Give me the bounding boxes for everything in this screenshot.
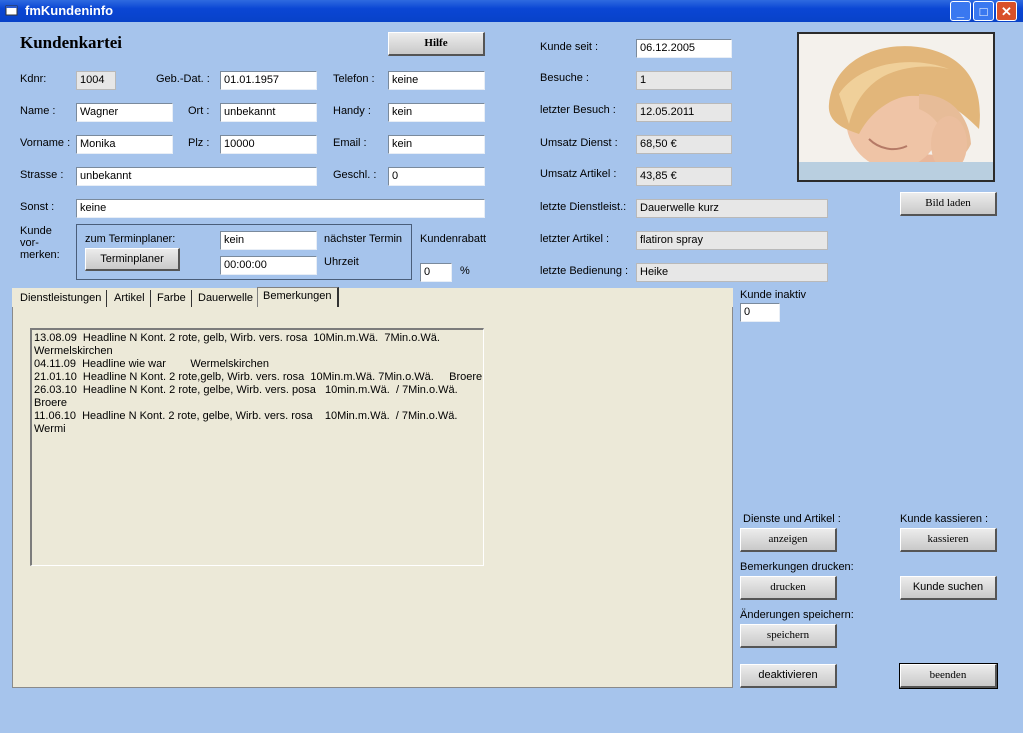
- name-field[interactable]: Wagner: [76, 103, 173, 122]
- ort-label: Ort :: [188, 105, 210, 117]
- visits-field: 1: [636, 71, 732, 90]
- name-label: Name :: [20, 105, 56, 117]
- booking-label-line2: vor-: [20, 237, 39, 249]
- tab-artikel[interactable]: Artikel: [109, 290, 151, 308]
- tab-dienstleistungen[interactable]: Dienstleistungen: [15, 290, 108, 308]
- vorname-field[interactable]: Monika: [76, 135, 173, 154]
- show-button[interactable]: anzeigen: [740, 528, 837, 552]
- plz-field[interactable]: 10000: [220, 135, 317, 154]
- discount-label: Kundenrabatt: [420, 233, 487, 245]
- visits-label: Besuche :: [540, 72, 589, 84]
- tab-dauerwelle[interactable]: Dauerwelle: [193, 290, 260, 308]
- handy-field[interactable]: kein: [388, 103, 485, 122]
- booking-label-line3: merken:: [20, 249, 60, 261]
- last-article-label: letzter Artikel :: [540, 233, 610, 245]
- inactive-label: Kunde inaktiv: [740, 289, 807, 301]
- vorname-label: Vorname :: [20, 137, 71, 149]
- kdnr-field: 1004: [76, 71, 116, 90]
- inactive-field[interactable]: 0: [740, 303, 780, 322]
- handy-label: Handy :: [333, 105, 371, 117]
- note-line: 26.03.10 Headline N Kont. 2 rote, gelbe,…: [34, 384, 458, 396]
- customer-photo: [797, 32, 995, 182]
- close-button[interactable]: ✕: [996, 1, 1017, 21]
- note-line: 11.06.10 Headline N Kont. 2 rote, gelbe,…: [34, 410, 458, 422]
- plz-label: Plz :: [188, 137, 210, 149]
- note-line: Wermelskirchen: [34, 345, 113, 357]
- save-button[interactable]: speichern: [740, 624, 837, 648]
- load-image-button[interactable]: Bild laden: [900, 192, 997, 216]
- tab-bemerkungen[interactable]: Bemerkungen: [257, 287, 339, 308]
- save-changes-label: Änderungen speichern:: [740, 609, 854, 621]
- last-staff-field: Heike: [636, 263, 828, 282]
- telefon-field[interactable]: keine: [388, 71, 485, 90]
- sonst-label: Sonst :: [20, 201, 55, 213]
- note-line: Broere: [34, 397, 68, 409]
- form-icon: [5, 5, 18, 16]
- next-appointment-label: nächster Termin: [324, 233, 403, 245]
- article-revenue-field: 43,85 €: [636, 167, 732, 186]
- note-line: 04.11.09 Headline wie war Wermelskirchen: [34, 358, 269, 370]
- since-field[interactable]: 06.12.2005: [636, 39, 732, 58]
- checkout-label: Kunde kassieren :: [900, 513, 989, 525]
- booking-label: Kunde vor- merken:: [20, 225, 60, 261]
- note-line: 13.08.09 Headline N Kont. 2 rote, gelb, …: [34, 332, 440, 344]
- print-button[interactable]: drucken: [740, 576, 837, 600]
- terminplaner-button[interactable]: Terminplaner: [85, 248, 180, 271]
- geschl-field[interactable]: 0: [388, 167, 485, 186]
- geschl-label: Geschl. :: [333, 169, 377, 181]
- gebdat-field[interactable]: 01.01.1957: [220, 71, 317, 90]
- checkout-button[interactable]: kassieren: [900, 528, 997, 552]
- ort-field[interactable]: unbekannt: [220, 103, 317, 122]
- minimize-button[interactable]: _: [950, 1, 971, 21]
- tab-farbe[interactable]: Farbe: [152, 290, 192, 308]
- title-bar[interactable]: fmKundeninfo _ □ ✕: [0, 0, 1023, 22]
- service-revenue-label: Umsatz Dienst :: [540, 137, 618, 149]
- email-label: Email :: [333, 137, 367, 149]
- since-label: Kunde seit :: [540, 41, 599, 53]
- next-appointment-field[interactable]: kein: [220, 231, 317, 250]
- time-field[interactable]: 00:00:00: [220, 256, 317, 275]
- maximize-button[interactable]: □: [973, 1, 994, 21]
- search-customer-button[interactable]: Kunde suchen: [900, 576, 997, 600]
- note-line: Wermi: [34, 423, 66, 435]
- article-revenue-label: Umsatz Artikel :: [540, 168, 617, 180]
- strasse-field[interactable]: unbekannt: [76, 167, 317, 186]
- last-visit-label: letzter Besuch :: [540, 104, 616, 116]
- planner-label: zum Terminplaner:: [85, 233, 176, 245]
- last-service-label: letzte Dienstleist.:: [540, 201, 627, 213]
- booking-label-line1: Kunde: [20, 225, 52, 237]
- exit-button[interactable]: beenden: [899, 663, 998, 689]
- kdnr-label: Kdnr:: [20, 73, 47, 85]
- services-articles-label: Dienste und Artikel :: [743, 513, 841, 525]
- print-notes-label: Bemerkungen drucken:: [740, 561, 854, 573]
- last-article-field: flatiron spray: [636, 231, 828, 250]
- notes-textarea[interactable]: 13.08.09 Headline N Kont. 2 rote, gelb, …: [30, 328, 484, 566]
- page-title: Kundenkartei: [20, 33, 123, 52]
- last-visit-field: 12.05.2011: [636, 103, 732, 122]
- help-button[interactable]: Hilfe: [388, 32, 485, 56]
- window-title: fmKundeninfo: [25, 3, 114, 18]
- gebdat-label: Geb.-Dat. :: [156, 73, 210, 85]
- deactivate-button[interactable]: deaktivieren: [740, 664, 837, 688]
- strasse-label: Strasse :: [20, 169, 64, 181]
- email-field[interactable]: kein: [388, 135, 485, 154]
- note-line: 21.01.10 Headline N Kont. 2 rote,gelb, W…: [34, 371, 483, 383]
- time-label: Uhrzeit: [324, 256, 359, 268]
- customer-portrait-image: [799, 34, 993, 180]
- sonst-field[interactable]: keine: [76, 199, 485, 218]
- last-staff-label: letzte Bedienung :: [540, 265, 629, 277]
- app-window: fmKundeninfo _ □ ✕ Kundenkartei Hilfe Kd…: [0, 0, 1023, 733]
- telefon-label: Telefon :: [333, 73, 375, 85]
- discount-field[interactable]: 0: [420, 263, 452, 282]
- discount-unit: %: [460, 265, 470, 277]
- last-service-field: Dauerwelle kurz: [636, 199, 828, 218]
- service-revenue-field: 68,50 €: [636, 135, 732, 154]
